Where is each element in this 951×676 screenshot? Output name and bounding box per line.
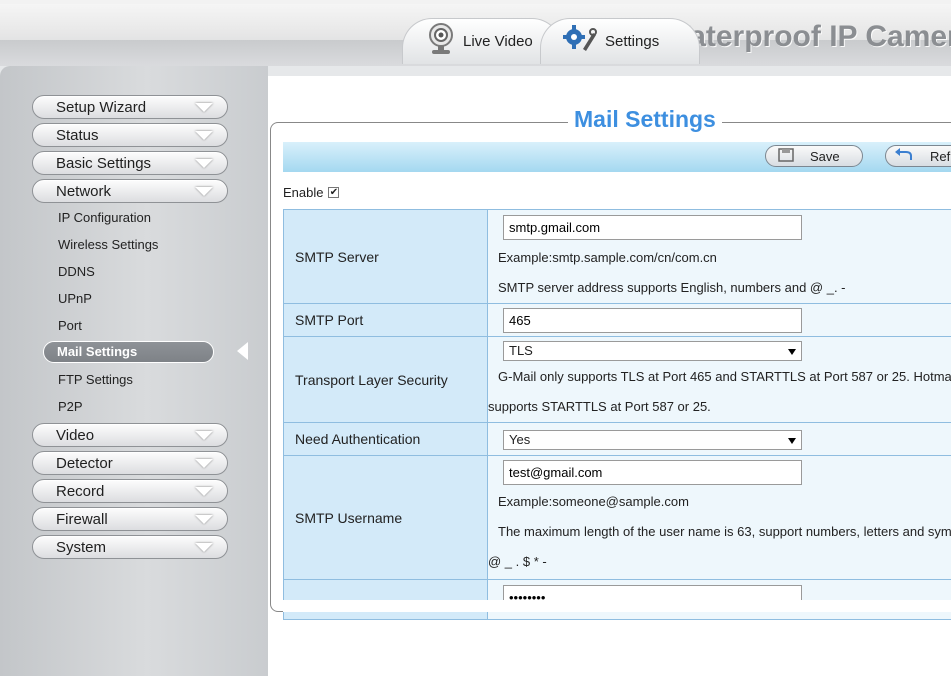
smtp-server-input[interactable] xyxy=(503,214,802,240)
sidebar-menu-label: Record xyxy=(56,482,105,500)
chevron-down-icon xyxy=(195,458,213,468)
dropdown-arrow-icon xyxy=(788,348,796,355)
sidebar-menu-label: Video xyxy=(56,426,95,444)
floppy-disk-icon xyxy=(778,147,794,165)
auth-cell: Yes xyxy=(487,422,951,456)
sidebar-menu-label: Setup Wizard xyxy=(56,98,147,116)
sidebar-menu-video[interactable]: Video xyxy=(32,423,228,447)
sidebar-item-mail-settings[interactable]: Mail Settings xyxy=(43,341,214,363)
sidebar-menu-network[interactable]: Network xyxy=(32,179,228,203)
smtp-server-label: SMTP Server xyxy=(283,209,488,304)
sidebar-menu-setup-wizard[interactable]: Setup Wizard xyxy=(32,95,228,119)
sidebar-item-ftp-settings[interactable]: FTP Settings xyxy=(58,372,133,387)
chevron-down-icon xyxy=(195,542,213,552)
smtp-port-input[interactable] xyxy=(503,307,802,333)
table-row: SMTP Port xyxy=(283,303,951,337)
sidebar-item-wireless-settings[interactable]: Wireless Settings xyxy=(58,237,158,252)
sidebar-menu-label: Basic Settings xyxy=(56,154,152,172)
mail-settings-form: SMTP Server Example:smtp.sample.com/cn/c… xyxy=(283,209,951,620)
page-title: Mail Settings xyxy=(568,106,722,133)
chevron-down-icon xyxy=(195,514,213,524)
smtp-server-cell: Example:smtp.sample.com/cn/com.cn SMTP s… xyxy=(487,209,951,304)
webcam-icon xyxy=(427,23,455,60)
smtp-username-cell: Example:someone@sample.com The maximum l… xyxy=(487,455,951,580)
save-button[interactable]: Save xyxy=(765,145,863,167)
sidebar-menu-system[interactable]: System xyxy=(32,535,228,559)
smtp-username-input[interactable] xyxy=(503,459,802,485)
refresh-label: Refresh xyxy=(930,148,951,164)
sidebar-menu-detector[interactable]: Detector xyxy=(32,451,228,475)
sidebar-item-ip-configuration[interactable]: IP Configuration xyxy=(58,210,151,225)
chevron-down-icon xyxy=(195,430,213,440)
enable-checkbox[interactable]: ✔ xyxy=(328,187,340,198)
table-row: Need Authentication Yes xyxy=(283,422,951,456)
dropdown-arrow-icon xyxy=(788,437,796,444)
auth-select[interactable]: Yes xyxy=(503,429,802,450)
smtp-port-label: SMTP Port xyxy=(283,303,488,337)
tls-label: Transport Layer Security xyxy=(283,336,488,423)
sidebar-menu-status[interactable]: Status xyxy=(32,123,228,147)
sidebar-item-p2p[interactable]: P2P xyxy=(58,399,83,414)
smtp-username-example: Example:someone@sample.com xyxy=(498,493,689,509)
tls-select[interactable]: TLS xyxy=(503,340,802,361)
header-top-strip xyxy=(0,0,951,4)
sidebar-menu-firewall[interactable]: Firewall xyxy=(32,507,228,531)
sidebar-menu-label: System xyxy=(56,538,107,556)
sidebar-menu-label: Network xyxy=(56,182,112,200)
chevron-down-icon xyxy=(195,158,213,168)
enable-label: Enable xyxy=(283,185,324,200)
sidebar-menu-label: Detector xyxy=(56,454,113,472)
table-row: Transport Layer Security TLS G-Mail only… xyxy=(283,336,951,423)
smtp-server-example: Example:smtp.sample.com/cn/com.cn xyxy=(498,249,717,265)
refresh-arrow-icon xyxy=(894,147,914,165)
tls-note-line1: G-Mail only supports TLS at Port 465 and… xyxy=(498,368,951,384)
sidebar-item-port[interactable]: Port xyxy=(58,318,82,333)
chevron-down-icon xyxy=(195,486,213,496)
auth-label: Need Authentication xyxy=(283,422,488,456)
tab-settings-label: Settings xyxy=(605,33,660,50)
camera-title: Waterproof IP Camera xyxy=(662,20,951,53)
active-pointer-icon xyxy=(237,342,248,360)
tls-cell: TLS G-Mail only supports TLS at Port 465… xyxy=(487,336,951,423)
smtp-server-note: SMTP server address supports English, nu… xyxy=(498,279,846,295)
chevron-down-icon xyxy=(195,102,213,112)
tab-settings[interactable]: Settings xyxy=(540,18,700,64)
smtp-username-note-line2: @ _ . $ * - xyxy=(488,553,547,569)
panel-bottom-edge xyxy=(283,600,951,612)
sidebar-menu-label: Firewall xyxy=(56,510,108,528)
table-row: SMTP Server Example:smtp.sample.com/cn/c… xyxy=(283,209,951,304)
chevron-down-icon xyxy=(195,130,213,140)
sidebar-item-upnp[interactable]: UPnP xyxy=(58,291,92,306)
gears-icon xyxy=(563,25,597,58)
smtp-username-note-line1: The maximum length of the user name is 6… xyxy=(498,523,951,539)
sidebar-menu-label: Status xyxy=(56,126,99,144)
refresh-button[interactable]: Refresh xyxy=(885,145,951,167)
toolbar: Save Refresh xyxy=(283,142,951,172)
smtp-port-cell xyxy=(487,303,951,337)
table-row: SMTP Username Example:someone@sample.com… xyxy=(283,455,951,580)
auth-select-value: Yes xyxy=(509,431,531,447)
tab-live-video-label: Live Video xyxy=(463,33,533,50)
sidebar-item-ddns[interactable]: DDNS xyxy=(58,264,95,279)
tls-select-value: TLS xyxy=(509,342,533,358)
sidebar-menu-basic-settings[interactable]: Basic Settings xyxy=(32,151,228,175)
app-header: Waterproof IP Camera Live Video Settings xyxy=(0,0,951,66)
sidebar-menu-record[interactable]: Record xyxy=(32,479,228,503)
save-label: Save xyxy=(810,148,840,164)
chevron-down-icon xyxy=(195,186,213,196)
enable-row: Enable ✔ xyxy=(283,185,340,200)
tls-note-line2: supports STARTTLS at Port 587 or 25. xyxy=(488,398,711,414)
smtp-username-label: SMTP Username xyxy=(283,455,488,580)
tab-live-video[interactable]: Live Video xyxy=(402,18,562,64)
